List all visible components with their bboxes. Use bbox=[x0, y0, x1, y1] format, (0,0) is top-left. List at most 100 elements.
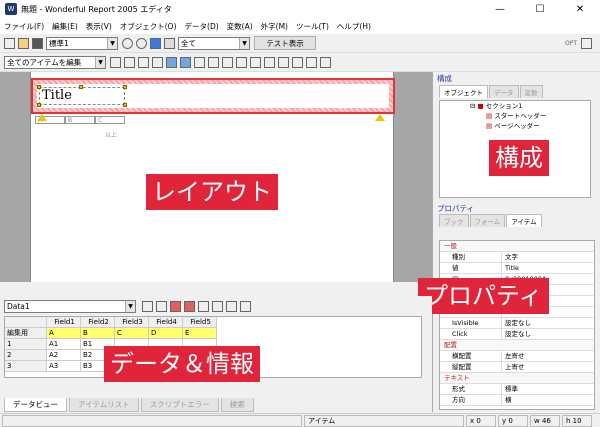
tab-object[interactable]: オブジェクト bbox=[439, 85, 488, 98]
maximize-button[interactable]: ☐ bbox=[520, 0, 560, 18]
export-icon[interactable] bbox=[212, 301, 223, 312]
section-marker-icon[interactable] bbox=[375, 114, 385, 121]
title-item[interactable]: Title bbox=[39, 87, 125, 105]
property-row[interactable]: IsVisible 設定なし bbox=[440, 318, 594, 329]
property-row[interactable]: 種別 文字 bbox=[440, 252, 594, 263]
resize-handle[interactable] bbox=[123, 85, 127, 89]
tab-form[interactable]: フォーム bbox=[469, 214, 506, 227]
line-tool-icon[interactable] bbox=[124, 56, 135, 68]
close-button[interactable]: ✕ bbox=[560, 0, 600, 18]
tab-variable[interactable]: 変数 bbox=[519, 85, 543, 98]
add-row-icon[interactable] bbox=[142, 301, 153, 312]
column-header[interactable]: Field3 bbox=[115, 317, 149, 328]
start-header-section[interactable]: Title bbox=[31, 78, 395, 114]
menu-file[interactable]: ファイル(F) bbox=[4, 21, 44, 32]
field-tool-icon[interactable] bbox=[236, 56, 247, 68]
property-category[interactable]: 配置 bbox=[440, 340, 594, 351]
open-folder-icon[interactable] bbox=[18, 37, 29, 49]
new-file-icon[interactable] bbox=[4, 37, 15, 49]
edit-scope-combo[interactable]: 全てのアイテムを編集 ▼ bbox=[4, 55, 106, 69]
table-view-icon[interactable] bbox=[226, 301, 237, 312]
style-combo[interactable]: 標準1 ▼ bbox=[46, 36, 118, 50]
menu-tools[interactable]: ツール(T) bbox=[296, 21, 329, 32]
zoom-in-icon[interactable] bbox=[122, 37, 133, 49]
resize-handle[interactable] bbox=[37, 85, 41, 89]
data-cell[interactable]: C bbox=[115, 328, 149, 339]
data-cell[interactable]: A2 bbox=[47, 350, 81, 361]
resize-handle[interactable] bbox=[79, 85, 83, 89]
settings-icon[interactable] bbox=[581, 37, 592, 49]
layout-canvas[interactable]: Title A B C 以上 レイアウト bbox=[0, 72, 432, 282]
save-icon[interactable] bbox=[32, 37, 43, 49]
data-cell[interactable]: A bbox=[47, 328, 81, 339]
tree-item-section[interactable]: ⊟ ■ セクション1 bbox=[440, 101, 590, 111]
tab-script-error[interactable]: スクリプトエラー bbox=[140, 398, 219, 412]
tab-search[interactable]: 検索 bbox=[220, 398, 254, 412]
copy-style-icon[interactable] bbox=[150, 37, 161, 49]
tab-item[interactable]: アイテム bbox=[506, 214, 542, 227]
menu-edit[interactable]: 編集(E) bbox=[52, 21, 78, 32]
align-right-icon[interactable] bbox=[292, 56, 303, 68]
row-header[interactable]: 1 bbox=[5, 339, 47, 350]
text-tool-icon[interactable] bbox=[110, 56, 121, 68]
resize-handle[interactable] bbox=[37, 103, 41, 107]
dataset-combo[interactable]: Data1 ▼ bbox=[4, 300, 136, 313]
rect-tool-icon[interactable] bbox=[138, 56, 149, 68]
column-header[interactable]: Field5 bbox=[183, 317, 217, 328]
property-row[interactable]: 値 Title bbox=[440, 263, 594, 274]
data-cell[interactable]: E bbox=[183, 328, 217, 339]
menu-gaiji[interactable]: 外字(M) bbox=[261, 21, 288, 32]
warning-icon[interactable] bbox=[306, 56, 317, 68]
property-row[interactable]: Click 設定なし bbox=[440, 329, 594, 340]
data-cell[interactable]: D bbox=[149, 328, 183, 339]
filter-combo[interactable]: 全て ▼ bbox=[178, 36, 250, 50]
menu-variable[interactable]: 変数(A) bbox=[227, 21, 253, 32]
property-row[interactable]: 縦配置 上寄せ bbox=[440, 362, 594, 373]
column-header[interactable]: Field2 bbox=[81, 317, 115, 328]
resize-handle[interactable] bbox=[123, 103, 127, 107]
menu-data[interactable]: データ(D) bbox=[185, 21, 219, 32]
menu-object[interactable]: オブジェクト(O) bbox=[120, 21, 177, 32]
column-header[interactable]: Field4 bbox=[149, 317, 183, 328]
test-preview-button[interactable]: テスト表示 bbox=[254, 36, 316, 50]
tree-item-start-header[interactable]: ▤ スタートヘッダー bbox=[440, 111, 590, 121]
table-tool-icon[interactable] bbox=[166, 56, 177, 68]
grid-icon[interactable] bbox=[164, 37, 175, 49]
insert-icon[interactable] bbox=[170, 301, 181, 312]
zoom-out-icon[interactable] bbox=[136, 37, 147, 49]
menu-view[interactable]: 表示(V) bbox=[86, 21, 112, 32]
row-header[interactable]: 2 bbox=[5, 350, 47, 361]
data-cell[interactable]: A1 bbox=[47, 339, 81, 350]
menu-help[interactable]: ヘルプ(H) bbox=[337, 21, 371, 32]
section-marker-icon[interactable] bbox=[37, 114, 47, 121]
remove-icon[interactable] bbox=[184, 301, 195, 312]
property-category[interactable]: 一般 bbox=[440, 241, 594, 252]
align-left-icon[interactable] bbox=[264, 56, 275, 68]
property-row[interactable]: 形式 標準 bbox=[440, 384, 594, 395]
border-tool-icon[interactable] bbox=[152, 56, 163, 68]
column-header[interactable]: Field1 bbox=[47, 317, 81, 328]
align-center-icon[interactable] bbox=[278, 56, 289, 68]
row-header[interactable]: 編集用 bbox=[5, 328, 47, 339]
header-cell[interactable]: C bbox=[95, 116, 125, 124]
data-cell[interactable]: A3 bbox=[47, 361, 81, 372]
image-tool-icon[interactable] bbox=[208, 56, 219, 68]
property-category[interactable]: テキスト bbox=[440, 373, 594, 384]
search-icon[interactable] bbox=[240, 301, 251, 312]
chart-tool-icon[interactable] bbox=[222, 56, 233, 68]
property-row[interactable]: 横配置 左寄せ bbox=[440, 351, 594, 362]
header-cell[interactable]: B bbox=[65, 116, 95, 124]
tab-item-list[interactable]: アイテムリスト bbox=[69, 398, 139, 412]
property-row[interactable]: 方向横 bbox=[440, 395, 594, 406]
tab-data[interactable]: データ bbox=[489, 85, 519, 98]
checkbox-tool-icon[interactable] bbox=[250, 56, 261, 68]
row-header[interactable]: 3 bbox=[5, 361, 47, 372]
tab-book[interactable]: ブック bbox=[439, 214, 469, 227]
delete-row-icon[interactable] bbox=[156, 301, 167, 312]
tab-data-view[interactable]: データビュー bbox=[4, 398, 67, 412]
triangle-icon[interactable] bbox=[320, 56, 331, 68]
import-icon[interactable] bbox=[198, 301, 209, 312]
data-cell[interactable]: B bbox=[81, 328, 115, 339]
barcode-tool-icon[interactable] bbox=[194, 56, 205, 68]
tree-item-page-header[interactable]: ▤ ページヘッダー bbox=[440, 121, 590, 131]
